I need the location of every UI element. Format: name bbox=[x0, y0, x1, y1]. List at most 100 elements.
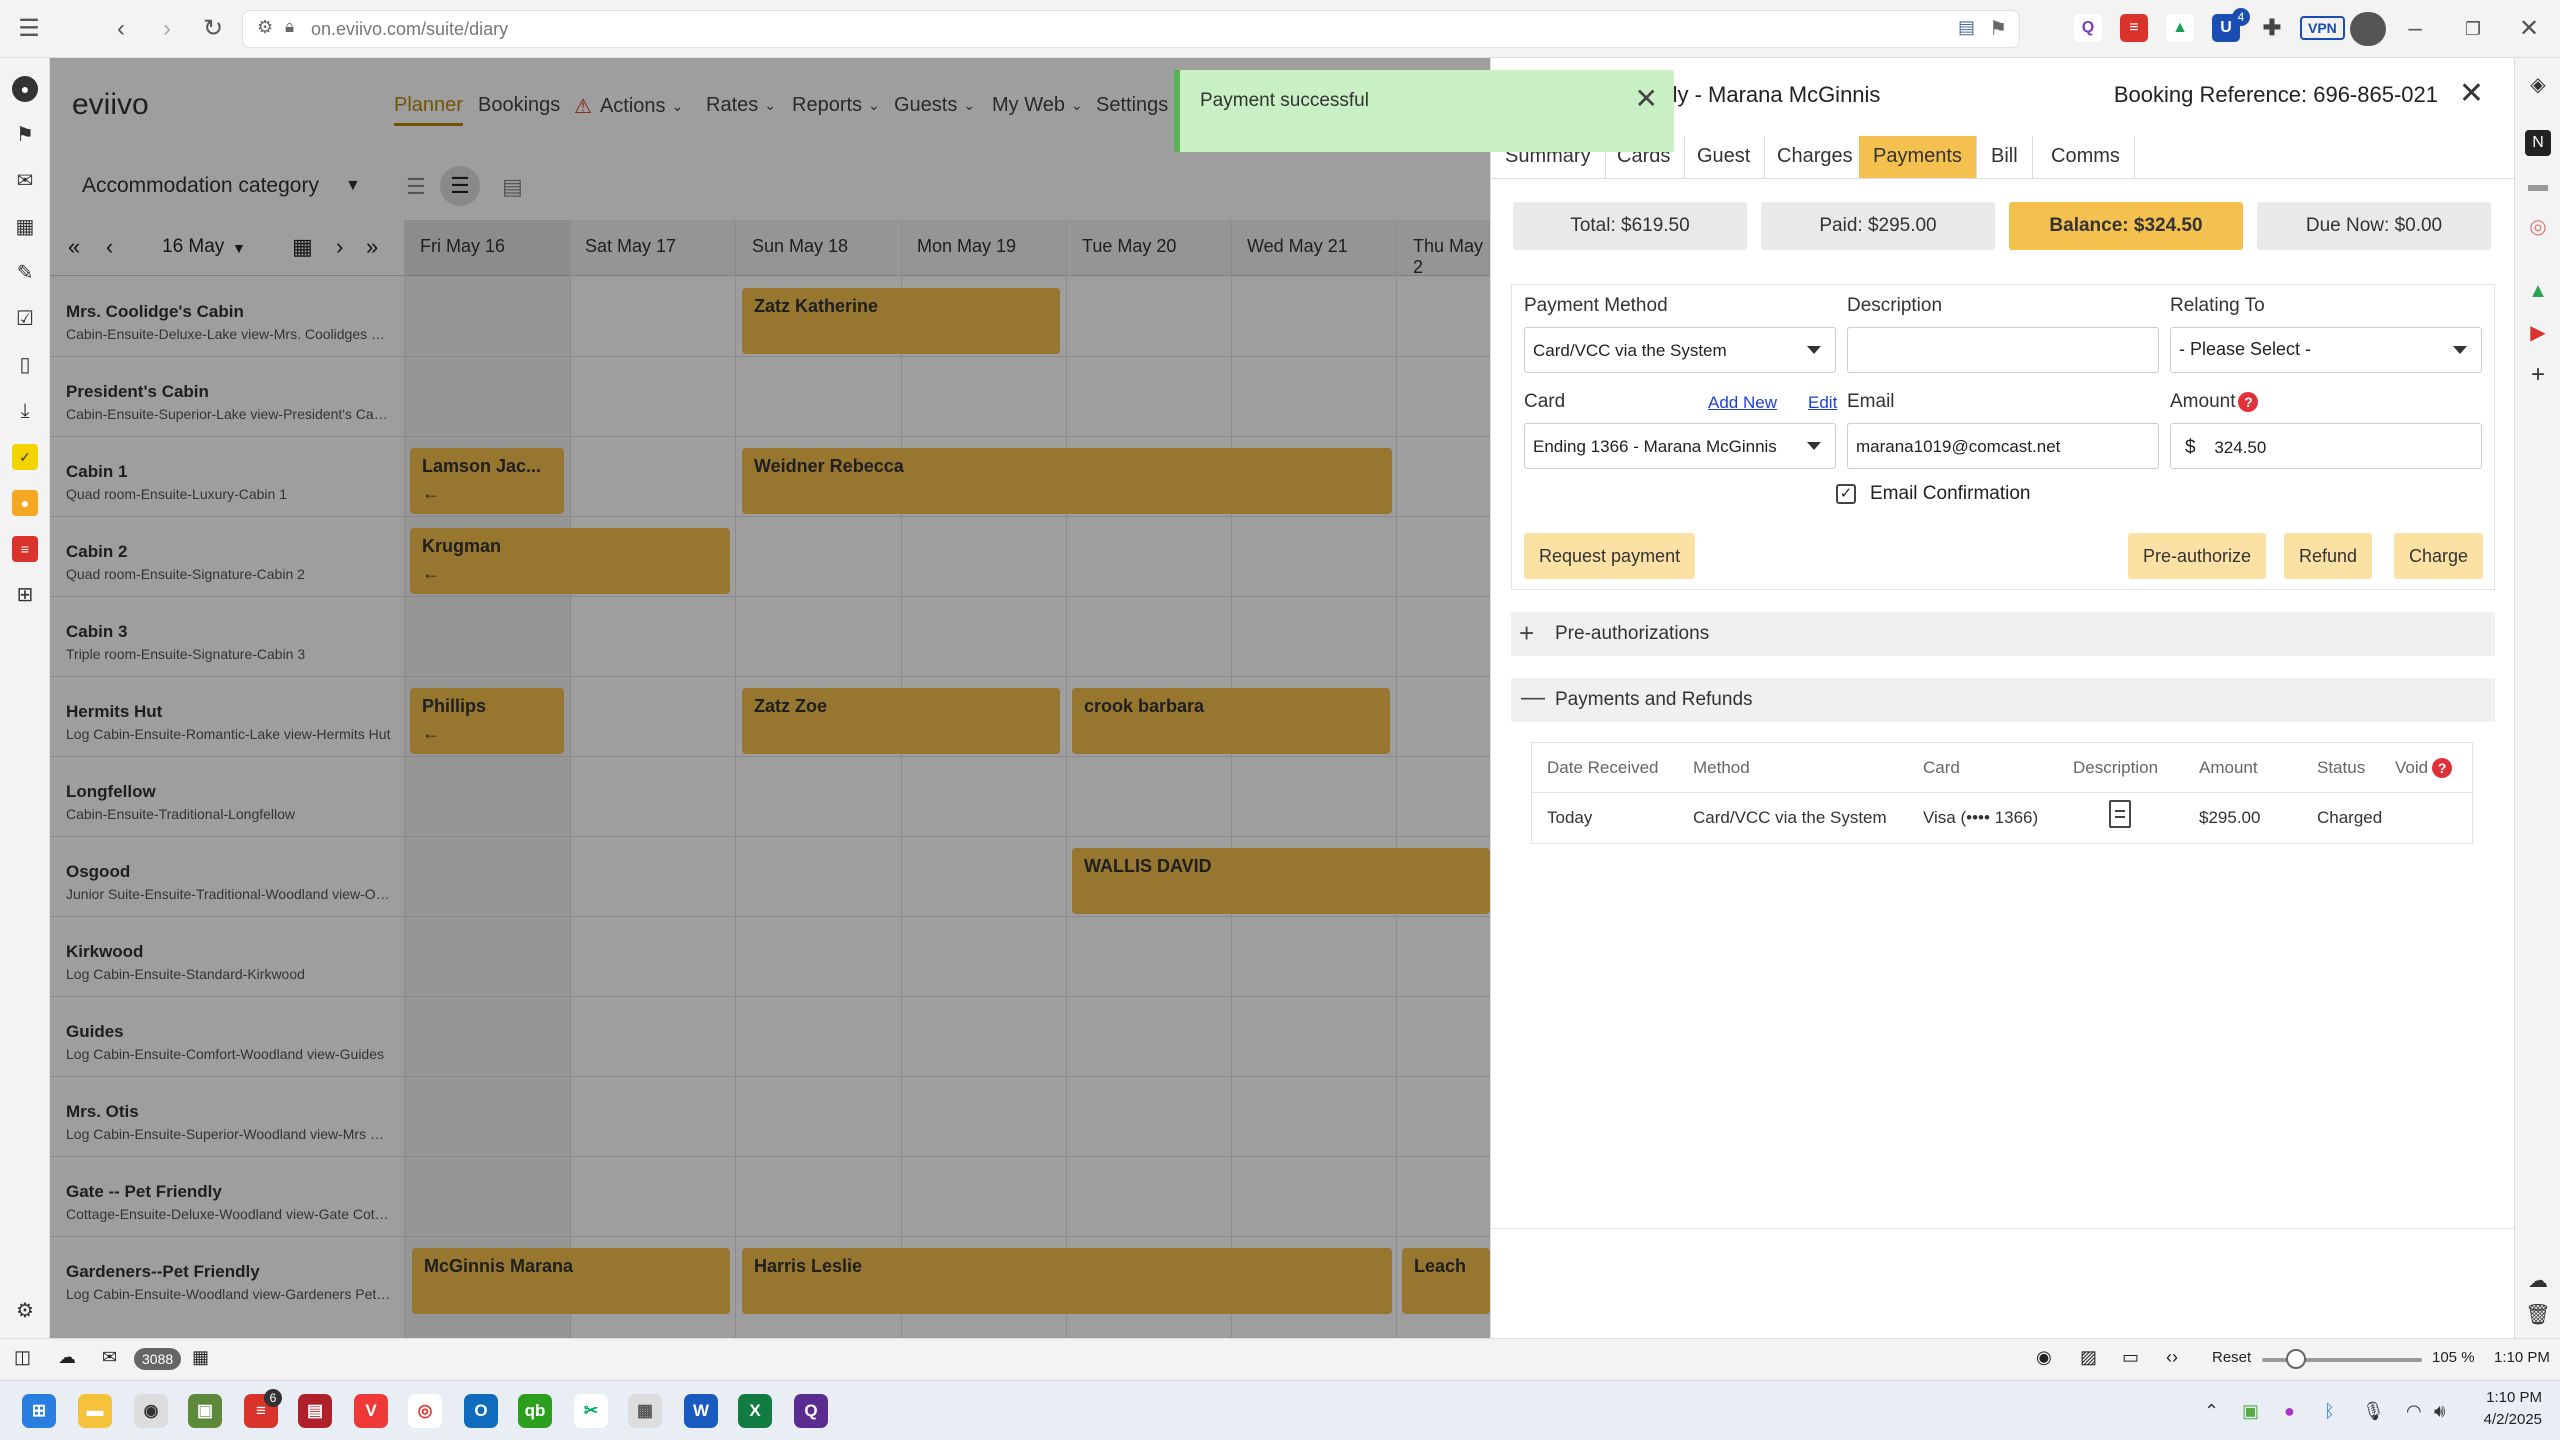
relating-to-select[interactable]: - Please Select - bbox=[2170, 327, 2482, 373]
microphone-icon[interactable]: 🎙︎ bbox=[2362, 1401, 2385, 1422]
youtube-icon[interactable]: ▶ bbox=[2525, 320, 2551, 346]
address-bar[interactable]: ⚙ 🔒︎ on.eviivo.com/suite/diary ▤ ⚑ bbox=[242, 10, 2020, 48]
amount-label-wrap: Amount ? bbox=[2170, 391, 2259, 413]
mail-icon[interactable]: ✉ bbox=[102, 1347, 117, 1368]
extension-drive-icon[interactable]: ▲ bbox=[2166, 14, 2194, 42]
vivaldi-browser-icon[interactable]: V bbox=[354, 1394, 388, 1428]
cloud-icon[interactable]: ☁ bbox=[2525, 1268, 2551, 1294]
bookmarks-icon[interactable]: ⚑ bbox=[12, 122, 38, 148]
zoom-reset-button[interactable]: Reset bbox=[2212, 1349, 2251, 1366]
app-q-icon[interactable]: Q bbox=[794, 1394, 828, 1428]
help-icon[interactable]: ? bbox=[2432, 758, 2453, 778]
mail-count-badge[interactable]: 3088 bbox=[134, 1348, 182, 1370]
panel-todoist-icon[interactable]: ≡ bbox=[12, 536, 38, 562]
close-window-icon[interactable]: ✕ bbox=[2514, 14, 2544, 44]
tab-guest[interactable]: Guest bbox=[1683, 136, 1766, 178]
add-panel-icon[interactable]: ⊞ bbox=[12, 582, 38, 608]
vpn-badge[interactable]: VPN bbox=[2300, 16, 2345, 40]
mail-icon[interactable]: ✉ bbox=[12, 168, 38, 194]
restore-icon[interactable]: ❐ bbox=[2458, 14, 2488, 44]
tile-icon[interactable]: ▭ bbox=[2122, 1347, 2139, 1368]
calendar-icon[interactable]: ▦ bbox=[12, 214, 38, 240]
outlook-icon[interactable]: O bbox=[464, 1394, 498, 1428]
settings-gear-icon[interactable]: ⚙ bbox=[12, 1298, 38, 1324]
printer-icon[interactable]: ▦ bbox=[628, 1394, 662, 1428]
reader-icon[interactable]: ▤ bbox=[1958, 17, 1975, 38]
menu-icon[interactable]: ☰ bbox=[14, 14, 44, 44]
layers-icon[interactable]: ◈ bbox=[2525, 72, 2551, 98]
card-select[interactable]: Ending 1366 - Marana McGinnis bbox=[1524, 423, 1836, 469]
edit-card-link[interactable]: Edit bbox=[1808, 393, 1837, 413]
capture-icon[interactable]: ◉ bbox=[2036, 1347, 2052, 1368]
app-icon[interactable]: ▣ bbox=[188, 1394, 222, 1428]
close-icon[interactable]: ✕ bbox=[1635, 82, 1658, 115]
add-panel-icon[interactable]: + bbox=[2525, 362, 2551, 388]
back-icon[interactable]: ‹ bbox=[106, 14, 136, 44]
panel-idea-icon[interactable]: ● bbox=[12, 490, 38, 516]
excel-icon[interactable]: X bbox=[738, 1394, 772, 1428]
email-field[interactable]: marana1019@comcast.net bbox=[1847, 423, 2159, 469]
extensions-puzzle-icon[interactable]: ✚ bbox=[2258, 14, 2286, 42]
sync-cloud-icon[interactable]: ☁ bbox=[58, 1347, 76, 1368]
receipt-document-icon[interactable] bbox=[2109, 800, 2131, 828]
file-explorer-icon[interactable]: ▬ bbox=[78, 1394, 112, 1428]
volume-icon[interactable]: 🔊︎ bbox=[2434, 1401, 2445, 1422]
amount-field[interactable]: $ 324.50 bbox=[2170, 423, 2482, 469]
site-settings-icon[interactable]: ⚙ bbox=[257, 17, 273, 38]
description-input[interactable] bbox=[1847, 327, 2159, 373]
panel-icon[interactable]: ▬ bbox=[2525, 172, 2551, 198]
payment-method-select[interactable]: Card/VCC via the System bbox=[1524, 327, 1836, 373]
tab-payments[interactable]: Payments bbox=[1859, 136, 1977, 178]
avatar[interactable]: ● bbox=[12, 76, 38, 102]
zoom-slider-handle[interactable] bbox=[2286, 1349, 2306, 1369]
modal-backdrop[interactable] bbox=[50, 58, 1490, 1338]
bookmark-icon[interactable]: ⚑ bbox=[1989, 16, 2007, 41]
chrome-icon[interactable]: ◎ bbox=[408, 1394, 442, 1428]
reading-list-icon[interactable]: ▯ bbox=[12, 352, 38, 378]
email-confirmation-checkbox[interactable]: ✓ Email Confirmation bbox=[1836, 483, 2031, 505]
downloads-icon[interactable]: ⤓ bbox=[12, 398, 38, 424]
start-windows-icon[interactable]: ⊞ bbox=[22, 1394, 56, 1428]
bluetooth-icon[interactable]: ᛒ bbox=[2324, 1401, 2335, 1422]
trash-icon[interactable]: 🗑︎ bbox=[2525, 1302, 2551, 1328]
extension-search-icon[interactable]: Q bbox=[2074, 14, 2102, 42]
profile-avatar[interactable] bbox=[2350, 12, 2386, 46]
panel-app-icon[interactable]: ✓ bbox=[12, 444, 38, 470]
tab-charges[interactable]: Charges bbox=[1763, 136, 1868, 178]
notion-icon[interactable]: N bbox=[2525, 130, 2551, 156]
tray-app-icon[interactable]: ● bbox=[2284, 1401, 2295, 1422]
preauthorizations-section[interactable]: + Pre-authorizations bbox=[1511, 612, 2495, 656]
calendar-icon[interactable]: ▦ bbox=[192, 1347, 209, 1368]
forward-icon[interactable]: › bbox=[152, 14, 182, 44]
extension-todoist-icon[interactable]: ≡ bbox=[2120, 14, 2148, 42]
add-new-card-link[interactable]: Add New bbox=[1708, 393, 1777, 413]
reload-icon[interactable]: ↻ bbox=[198, 14, 228, 44]
snipping-tool-icon[interactable]: ✂ bbox=[574, 1394, 608, 1428]
panel-toggle-icon[interactable]: ◫ bbox=[14, 1347, 31, 1368]
charge-button[interactable]: Charge bbox=[2394, 533, 2484, 579]
refund-button[interactable]: Refund bbox=[2284, 533, 2373, 579]
close-icon[interactable]: ✕ bbox=[2459, 76, 2484, 111]
taskbar-date[interactable]: 4/2/2025 bbox=[2460, 1411, 2542, 1428]
tray-app-icon[interactable]: ▣ bbox=[2242, 1401, 2259, 1422]
quickbooks-icon[interactable]: qb bbox=[518, 1394, 552, 1428]
instagram-icon[interactable]: ◎ bbox=[2525, 214, 2551, 240]
chevron-up-icon[interactable]: ⌃ bbox=[2204, 1401, 2219, 1422]
preauthorize-button[interactable]: Pre-authorize bbox=[2128, 533, 2267, 579]
taskbar-time[interactable]: 1:10 PM bbox=[2472, 1389, 2542, 1406]
payments-refunds-section[interactable]: — Payments and Refunds bbox=[1511, 678, 2495, 722]
word-icon[interactable]: W bbox=[684, 1394, 718, 1428]
code-icon[interactable]: ‹› bbox=[2166, 1347, 2178, 1368]
drive-icon[interactable]: ▲ bbox=[2525, 278, 2551, 304]
image-icon[interactable]: ▨ bbox=[2080, 1347, 2097, 1368]
tasks-icon[interactable]: ☑ bbox=[12, 306, 38, 332]
app-icon[interactable]: ▤ bbox=[298, 1394, 332, 1428]
notes-icon[interactable]: ✎ bbox=[12, 260, 38, 286]
wifi-icon[interactable]: ◠ bbox=[2406, 1401, 2422, 1422]
request-payment-button[interactable]: Request payment bbox=[1524, 533, 1696, 579]
tab-comms[interactable]: Comms bbox=[2037, 136, 2135, 178]
help-icon[interactable]: ? bbox=[2238, 392, 2259, 412]
tab-bill[interactable]: Bill bbox=[1977, 136, 2033, 178]
minimize-icon[interactable]: – bbox=[2400, 14, 2430, 44]
vivaldi-icon[interactable]: ◉ bbox=[134, 1394, 168, 1428]
